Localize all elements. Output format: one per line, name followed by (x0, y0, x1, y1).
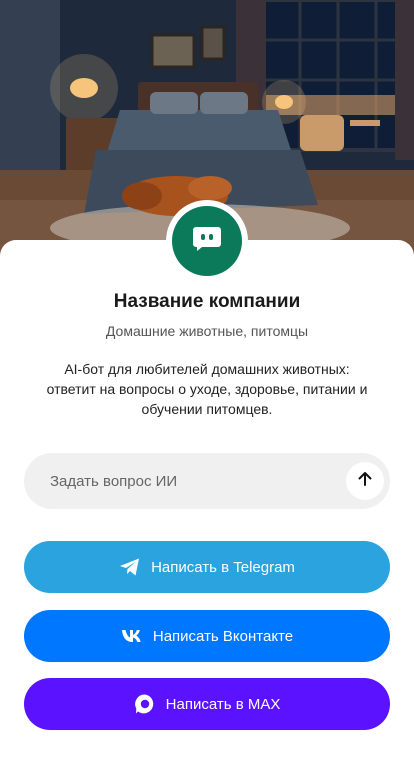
company-name: Название компании (113, 291, 301, 312)
max-button-label: Написать в MAX (165, 695, 281, 713)
chat-bot-icon (192, 225, 222, 258)
vk-icon (121, 629, 143, 643)
company-category: Домашние животные, питомцы (105, 323, 309, 339)
avatar (166, 200, 248, 282)
max-button[interactable]: Написать в MAX (24, 678, 390, 730)
max-icon (134, 693, 156, 715)
telegram-button-label: Написать в Telegram (151, 558, 295, 576)
telegram-button[interactable]: Написать в Telegram (24, 541, 390, 593)
arrow-up-icon (357, 471, 373, 492)
send-button[interactable] (346, 462, 384, 500)
ask-ai-field (24, 453, 390, 509)
ask-ai-input[interactable] (48, 471, 346, 491)
telegram-icon (119, 557, 141, 577)
company-description: AI-бот для любителей домашних животных: … (46, 361, 368, 417)
vk-button-label: Написать Вконтакте (152, 627, 294, 645)
vk-button[interactable]: Написать Вконтакте (24, 610, 390, 662)
